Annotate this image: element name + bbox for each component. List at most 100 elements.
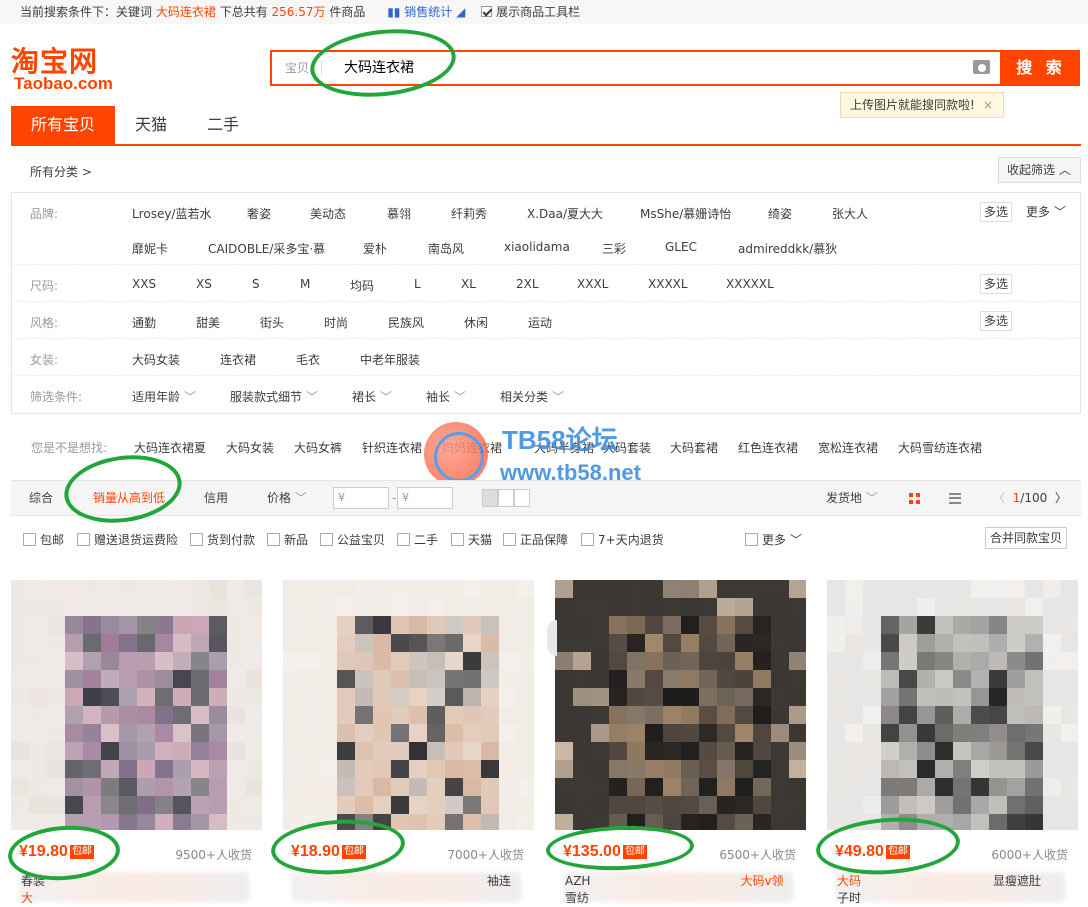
price-min-input[interactable]: ¥ bbox=[333, 487, 389, 509]
style-item[interactable]: 时尚 bbox=[324, 314, 348, 331]
condition-dropdown[interactable]: 袖长 ﹀ bbox=[426, 388, 466, 405]
brand-more-button[interactable]: 更多 ﹀ bbox=[1026, 203, 1066, 220]
brand-item[interactable]: 奢姿 bbox=[247, 205, 271, 222]
camera-icon[interactable] bbox=[973, 60, 990, 74]
size-item[interactable]: XXS bbox=[132, 277, 156, 291]
price-segment[interactable] bbox=[514, 489, 530, 507]
women-item[interactable]: 毛衣 bbox=[296, 351, 320, 368]
tab-second-hand[interactable]: 二手 bbox=[191, 106, 255, 144]
brand-item[interactable]: 绮姿 bbox=[768, 205, 792, 222]
size-item[interactable]: XXXL bbox=[577, 277, 608, 291]
filter-new[interactable]: 新品 bbox=[267, 531, 308, 548]
women-item[interactable]: 连衣裙 bbox=[220, 351, 256, 368]
size-item[interactable]: M bbox=[300, 277, 310, 291]
ship-from-dropdown[interactable]: 发货地 ﹀ bbox=[826, 481, 878, 515]
filter-free-shipping[interactable]: 包邮 bbox=[23, 531, 64, 548]
brand-item[interactable]: 南岛风 bbox=[428, 240, 464, 257]
size-item[interactable]: XXXXXL bbox=[726, 277, 774, 291]
sort-default[interactable]: 综合 bbox=[29, 481, 53, 515]
style-item[interactable]: 运动 bbox=[528, 314, 552, 331]
more-filters-button[interactable]: 更多 ﹀ bbox=[745, 531, 802, 548]
style-item[interactable]: 民族风 bbox=[388, 314, 424, 331]
related-search-item[interactable]: 大码雪纺连衣裙 bbox=[898, 439, 982, 456]
price-segment[interactable] bbox=[498, 489, 514, 507]
brand-item[interactable]: 爱朴 bbox=[363, 240, 387, 257]
condition-dropdown[interactable]: 服装款式细节 ﹀ bbox=[230, 388, 318, 405]
filter-charity[interactable]: 公益宝贝 bbox=[320, 531, 385, 548]
condition-dropdown[interactable]: 相关分类 ﹀ bbox=[500, 388, 564, 405]
price-max-input[interactable]: ¥ bbox=[397, 487, 453, 509]
brand-item[interactable]: MsShe/慕姗诗怡 bbox=[640, 205, 731, 222]
women-item[interactable]: 大码女装 bbox=[132, 351, 180, 368]
list-view-icon[interactable] bbox=[949, 493, 961, 504]
product-card[interactable]: ¥19.80 包邮 9500+人收货 春装大 bbox=[11, 580, 262, 907]
tab-tmall[interactable]: 天猫 bbox=[115, 106, 187, 144]
size-multi-select-button[interactable]: 多选 bbox=[980, 274, 1012, 294]
close-icon[interactable]: × bbox=[983, 93, 993, 117]
product-title[interactable]: 袖连 bbox=[487, 872, 511, 889]
taobao-logo-en[interactable]: Taobao.com bbox=[14, 74, 113, 94]
size-item[interactable]: S bbox=[252, 277, 260, 291]
brand-item[interactable]: 靡妮卡 bbox=[132, 240, 168, 257]
size-item[interactable]: XL bbox=[461, 277, 476, 291]
size-item[interactable]: 均码 bbox=[350, 277, 374, 294]
product-image[interactable] bbox=[555, 580, 806, 830]
style-item[interactable]: 通勤 bbox=[132, 314, 156, 331]
product-title[interactable]: AZH 大码v领 雪纺 bbox=[565, 872, 784, 906]
related-search-item[interactable]: 大码连衣裙夏 bbox=[134, 439, 206, 456]
brand-item[interactable]: CAIDOBLE/采多宝·慕 bbox=[208, 240, 325, 257]
brand-item[interactable]: xiaolidama bbox=[504, 240, 570, 254]
search-category-select[interactable]: 宝贝 bbox=[272, 52, 322, 84]
grid-view-icon[interactable] bbox=[909, 493, 920, 504]
size-item[interactable]: XS bbox=[196, 277, 212, 291]
brand-multi-select-button[interactable]: 多选 bbox=[980, 202, 1012, 222]
size-item[interactable]: L bbox=[414, 277, 421, 291]
size-item[interactable]: 2XL bbox=[516, 277, 539, 291]
search-input[interactable] bbox=[344, 52, 944, 84]
style-item[interactable]: 甜美 bbox=[196, 314, 220, 331]
style-multi-select-button[interactable]: 多选 bbox=[980, 311, 1012, 331]
product-card[interactable]: ¥135.00 包邮 6500+人收货 AZH 大码v领 雪纺 bbox=[547, 580, 806, 907]
filter-second-hand[interactable]: 二手 bbox=[397, 531, 438, 548]
merge-same-items-button[interactable]: 合并同款宝贝 bbox=[985, 527, 1067, 549]
related-search-item[interactable]: 红色连衣裙 bbox=[738, 439, 798, 456]
search-button[interactable]: 搜 索 bbox=[1002, 50, 1080, 86]
sales-stats-link[interactable]: ▮▮ 销售统计 ◢ bbox=[387, 5, 465, 19]
condition-dropdown[interactable]: 裙长 ﹀ bbox=[352, 388, 392, 405]
product-image[interactable] bbox=[11, 580, 262, 830]
prev-page-icon[interactable]: 〈 bbox=[993, 491, 1005, 505]
product-title[interactable]: 大码 显瘦遮肚 子时 bbox=[837, 872, 1041, 906]
product-image[interactable] bbox=[283, 580, 534, 830]
next-page-icon[interactable]: 〉 bbox=[1055, 491, 1067, 505]
brand-item[interactable]: 美动态 bbox=[310, 205, 346, 222]
brand-item[interactable]: admireddkk/慕狄 bbox=[738, 240, 837, 257]
brand-item[interactable]: 三彩 bbox=[602, 240, 626, 257]
related-search-item[interactable]: 大码女裤 bbox=[294, 439, 342, 456]
related-search-item[interactable]: 大码女装 bbox=[226, 439, 274, 456]
filter-cash-on-delivery[interactable]: 货到付款 bbox=[190, 531, 255, 548]
brand-item[interactable]: 张大人 bbox=[832, 205, 868, 222]
related-search-item[interactable]: 针织连衣裙 bbox=[362, 439, 422, 456]
filter-7day-return[interactable]: 7+天内退货 bbox=[581, 531, 664, 548]
product-card[interactable]: ¥18.90 包邮 7000+人收货 袖连 bbox=[283, 580, 534, 907]
brand-item[interactable]: 慕翎 bbox=[387, 205, 411, 222]
filter-genuine[interactable]: 正品保障 bbox=[503, 531, 568, 548]
related-search-item[interactable]: 宽松连衣裙 bbox=[818, 439, 878, 456]
collapse-filter-button[interactable]: 收起筛选 ︿ bbox=[998, 157, 1081, 183]
related-search-item[interactable]: 大码套裙 bbox=[670, 439, 718, 456]
style-item[interactable]: 街头 bbox=[260, 314, 284, 331]
tab-all-items[interactable]: 所有宝贝 bbox=[11, 106, 115, 144]
sort-by-sales[interactable]: 销量从高到低 bbox=[93, 481, 165, 515]
brand-item[interactable]: Lrosey/蓝若水 bbox=[132, 205, 211, 222]
filter-return-insurance[interactable]: 赠送退货运费险 bbox=[77, 531, 178, 548]
all-categories-link[interactable]: 所有分类 > bbox=[30, 163, 92, 180]
filter-tmall[interactable]: 天猫 bbox=[451, 531, 492, 548]
product-image[interactable] bbox=[827, 580, 1078, 830]
toolbar-checkbox[interactable] bbox=[481, 6, 493, 17]
brand-item[interactable]: 纤莉秀 bbox=[451, 205, 487, 222]
brand-item[interactable]: X.Daa/夏大大 bbox=[527, 205, 603, 222]
sort-by-price[interactable]: 价格 ﹀ bbox=[267, 481, 307, 515]
product-card[interactable]: ¥49.80 包邮 6000+人收货 大码 显瘦遮肚 子时 bbox=[827, 580, 1078, 907]
price-segment[interactable] bbox=[482, 489, 498, 507]
condition-dropdown[interactable]: 适用年龄 ﹀ bbox=[132, 388, 196, 405]
